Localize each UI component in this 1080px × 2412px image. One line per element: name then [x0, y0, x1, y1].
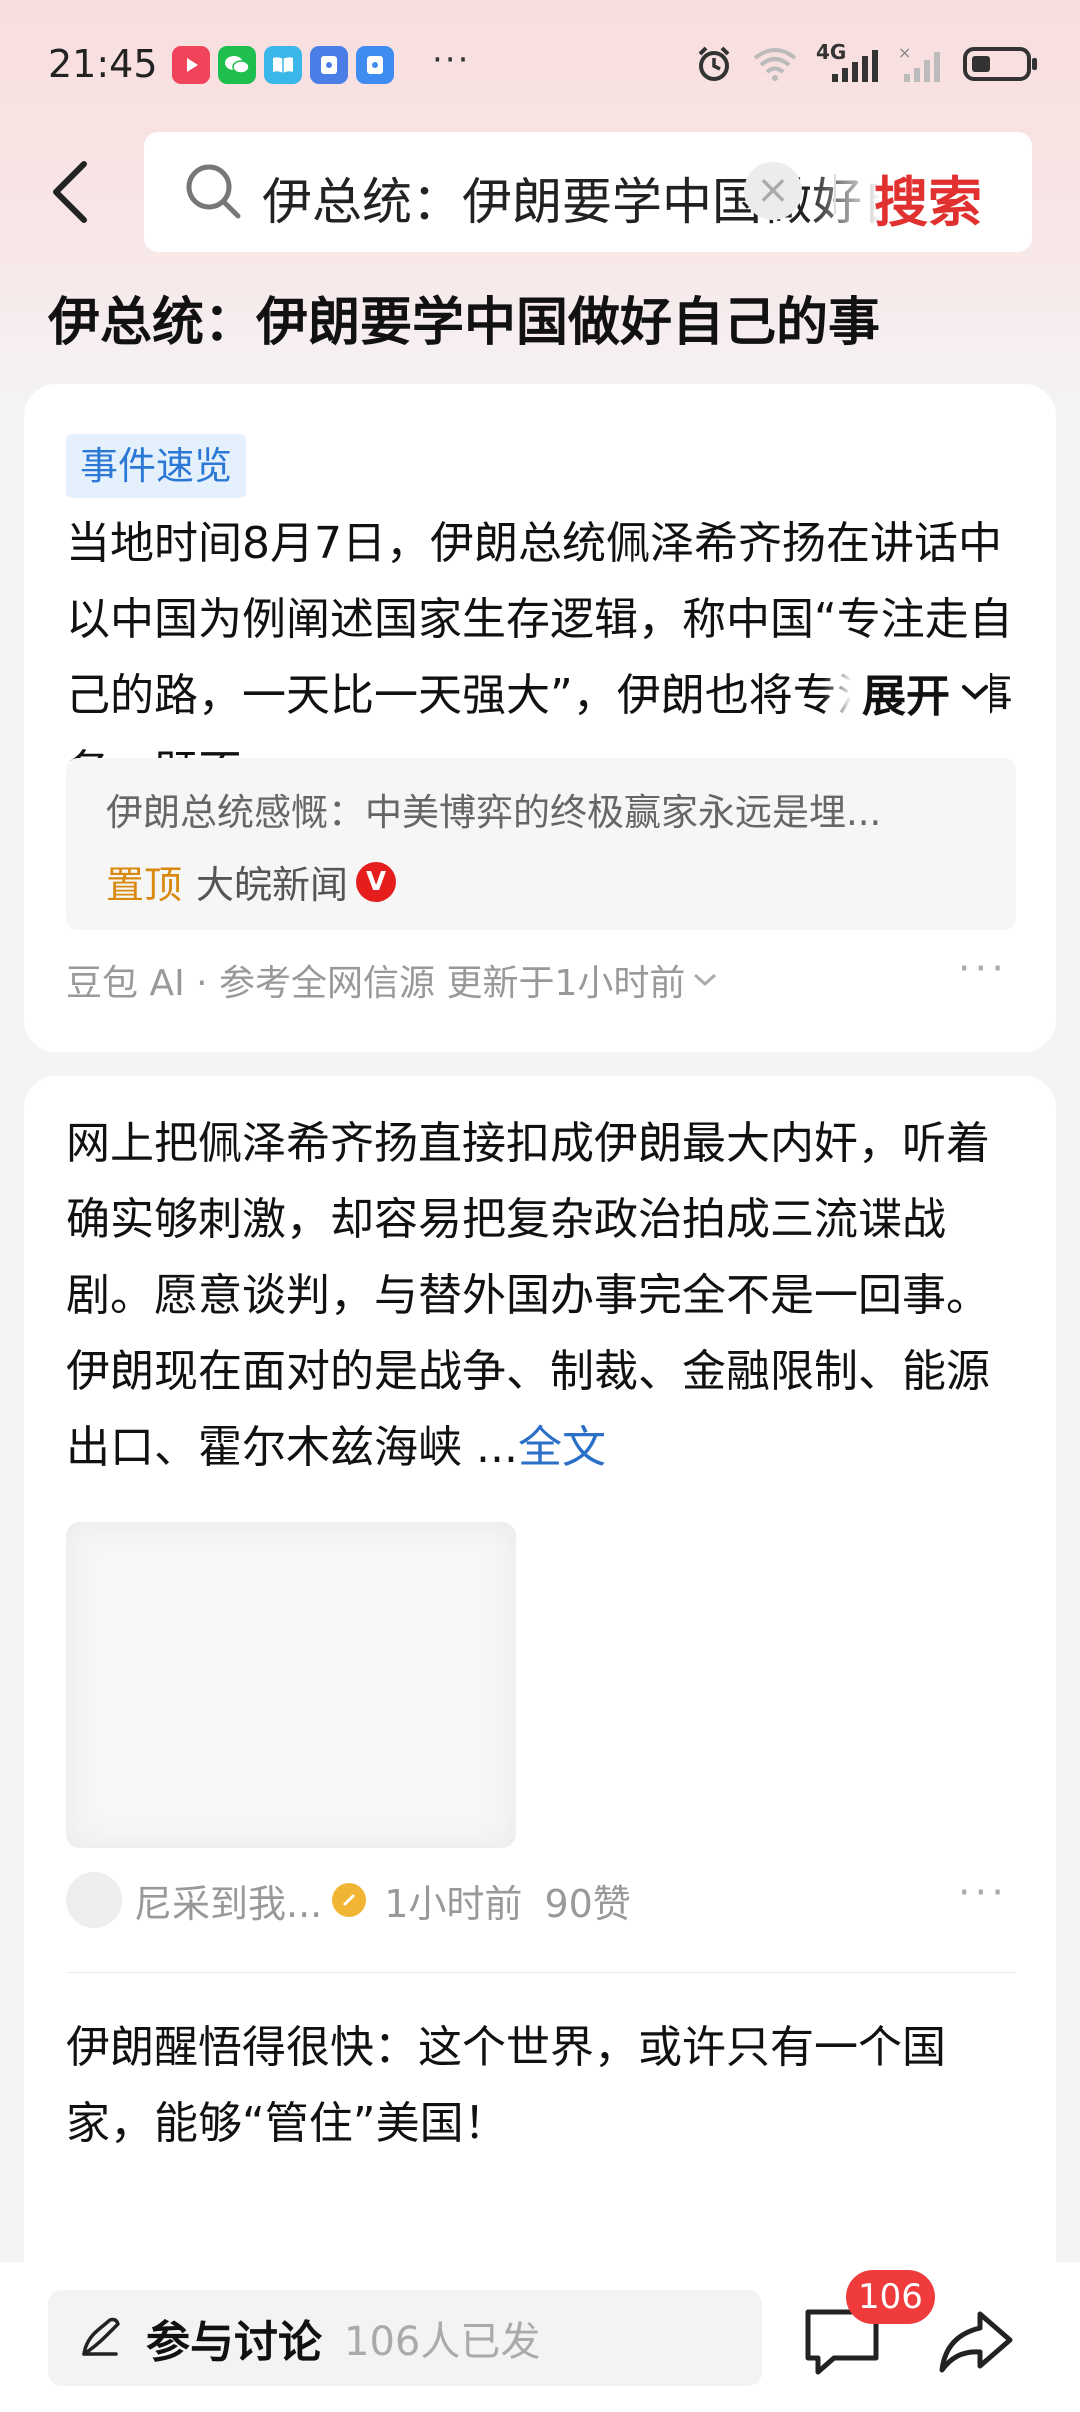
- share-icon: [939, 2311, 1013, 2373]
- discuss-label: 参与讨论: [146, 2317, 322, 2368]
- page-title: 伊总统：伊朗要学中国做好自己的事: [48, 293, 881, 353]
- lock-app-icon-2: [356, 46, 394, 84]
- source-article-title: 伊朗总统感慨：中美博弈的终极赢家永远是埋...: [106, 791, 882, 834]
- status-bar: 21:45 ··· 4G ×: [0, 0, 1080, 130]
- status-right: 4G ×: [694, 40, 1040, 84]
- bottom-bar: 参与讨论 106人已发 106: [0, 2262, 1080, 2412]
- post-text-2[interactable]: 伊朗醒悟得很快：这个世界，或许只有一个国家，能够“管住”美国！: [66, 2010, 1026, 2162]
- status-time: 21:45: [48, 42, 158, 86]
- post-text[interactable]: 网上把佩泽希齐扬直接扣成伊朗最大内奸，听着确实够刺激，却容易把复杂政治拍成三流谍…: [66, 1106, 1026, 1486]
- post-divider: [66, 1972, 1016, 1973]
- signal-no-service-icon: ×: [898, 44, 940, 82]
- full-text-link[interactable]: 全文: [518, 1422, 606, 1473]
- clear-search-button[interactable]: ×: [744, 162, 802, 220]
- alarm-icon: [698, 46, 730, 81]
- search-bar[interactable]: 伊总统：伊朗要学中国做好自己的事 × 搜索: [144, 132, 1032, 252]
- back-button[interactable]: [44, 158, 104, 226]
- ai-source-label: 豆包 AI · 参考全网信源 更新于1小时前: [66, 963, 686, 1004]
- post-meta: 尼采到我... 1小时前 90赞: [66, 1872, 631, 1928]
- ai-source-info[interactable]: 豆包 AI · 参考全网信源 更新于1小时前: [66, 954, 719, 1006]
- post-time: 1小时前: [384, 1881, 523, 1926]
- post-likes: 90赞: [544, 1881, 631, 1926]
- posts-card: 网上把佩泽希齐扬直接扣成伊朗最大内奸，听着确实够刺激，却容易把复杂政治拍成三流谍…: [24, 1076, 1056, 2336]
- lock-app-icon: [310, 46, 348, 84]
- expand-button[interactable]: 展开: [822, 660, 990, 724]
- pinned-source-item[interactable]: 伊朗总统感慨：中美博弈的终极赢家永远是埋... 置顶 大皖新闻 V: [66, 758, 1016, 930]
- search-button[interactable]: 搜索: [874, 158, 982, 237]
- summary-more-button[interactable]: ···: [958, 946, 1008, 992]
- share-button[interactable]: [936, 2306, 1016, 2378]
- pinned-label: 置顶: [106, 863, 183, 907]
- chevron-down-icon: [962, 685, 988, 700]
- event-summary-card: 事件速览 当地时间8月7日，伊朗总统佩泽希齐扬在讲话中以中国为例阐述国家生存逻辑，…: [24, 384, 1056, 1052]
- notification-icons: [172, 46, 394, 84]
- verified-badge-icon: V: [356, 861, 397, 902]
- post-more-button[interactable]: ···: [958, 1870, 1008, 1916]
- wifi-icon: [753, 48, 797, 81]
- svg-text:×: ×: [898, 44, 911, 62]
- reader-app-icon: [264, 46, 302, 84]
- pen-icon: [82, 2317, 120, 2356]
- more-notifications: ···: [432, 40, 471, 80]
- search-icon: [186, 164, 241, 219]
- source-name: 大皖新闻: [196, 863, 349, 907]
- search-divider: [834, 174, 836, 214]
- post-image[interactable]: [66, 1522, 516, 1848]
- source-meta: 置顶 大皖新闻 V: [106, 854, 397, 909]
- chevron-down-icon: [694, 973, 717, 987]
- comment-count-badge: 106: [846, 2270, 935, 2324]
- creator-badge-icon: [332, 1883, 367, 1917]
- close-icon: ×: [756, 167, 790, 213]
- join-discussion-button[interactable]: 参与讨论 106人已发: [48, 2290, 762, 2386]
- event-overview-tag: 事件速览: [66, 434, 247, 498]
- expand-label: 展开: [862, 671, 950, 722]
- post-body: 网上把佩泽希齐扬直接扣成伊朗最大内奸，听着确实够刺激，却容易把复杂政治拍成三流谍…: [66, 1118, 990, 1473]
- signal-4g-icon: 4G: [816, 40, 880, 84]
- avatar[interactable]: [66, 1872, 122, 1928]
- wechat-icon: [218, 46, 256, 84]
- discuss-count: 106人已发: [344, 2319, 541, 2365]
- battery-icon: [963, 47, 1037, 81]
- chevron-left-icon: [53, 161, 87, 223]
- author-name[interactable]: 尼采到我...: [134, 1873, 322, 1928]
- video-app-icon: [172, 46, 210, 84]
- summary-text-block: 事件速览 当地时间8月7日，伊朗总统佩泽希齐扬在讲话中以中国为例阐述国家生存逻辑，…: [66, 430, 1026, 810]
